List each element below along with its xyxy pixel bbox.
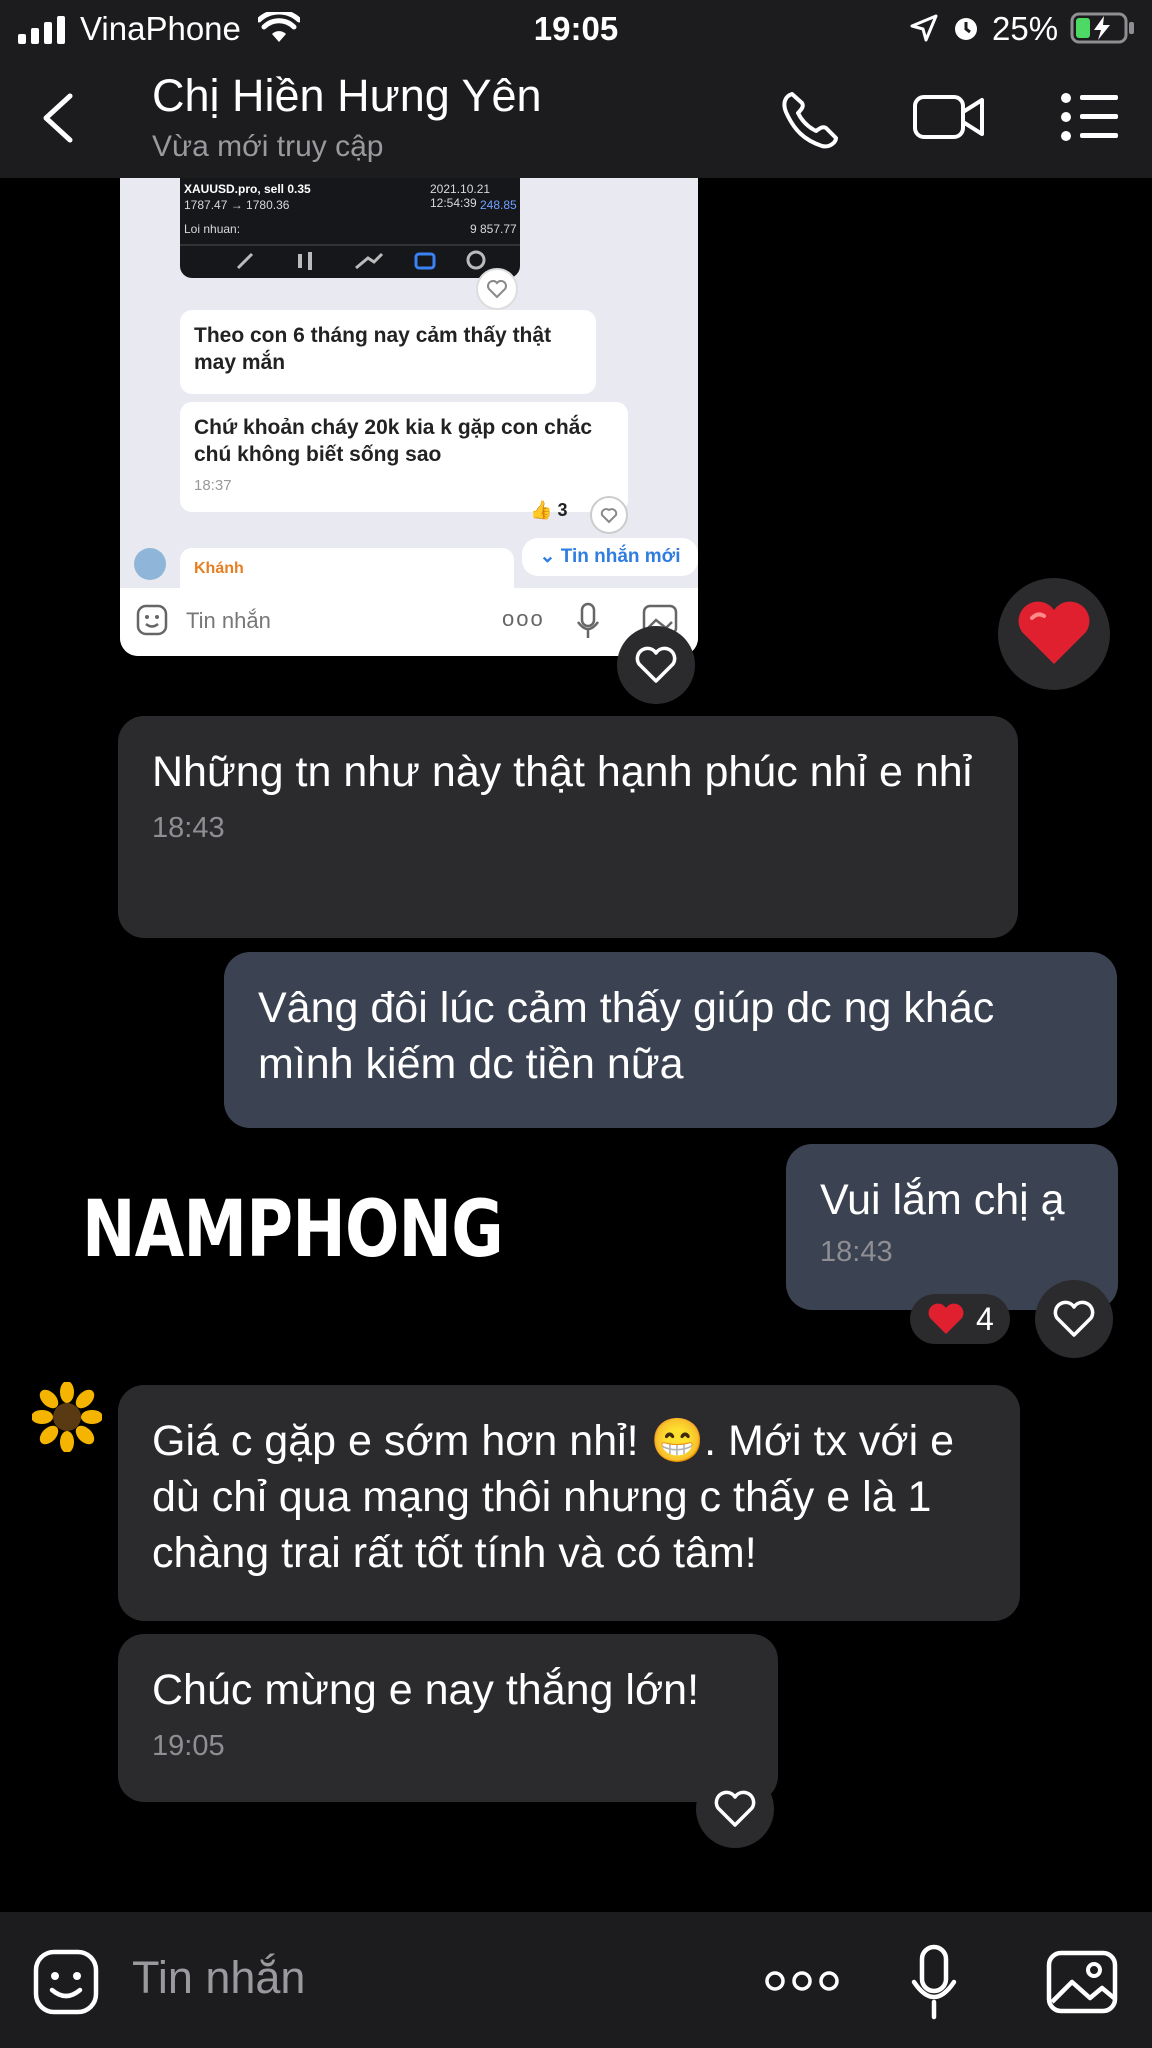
battery-percent: 25%: [992, 10, 1059, 47]
inner-like-reaction: 👍 3: [530, 500, 567, 521]
message-input[interactable]: Tin nhắn: [132, 1952, 305, 2004]
microphone-icon: [576, 602, 600, 638]
video-call-icon[interactable]: [912, 90, 986, 144]
heart-outline-icon: [600, 508, 618, 524]
trade-amount: 248.85: [480, 198, 517, 212]
watermark-text: NAMPHONG: [82, 1185, 504, 1275]
message-time: 18:43: [820, 1236, 893, 1268]
message-bubble-incoming[interactable]: Giá c gặp e sớm hơn nhỉ! 😁. Mới tx với e…: [118, 1385, 1020, 1621]
message-text: Chúc mừng e nay thắng lớn!: [152, 1666, 700, 1714]
heart-outline-icon: [1053, 1300, 1095, 1337]
back-icon[interactable]: [40, 92, 76, 144]
microphone-icon[interactable]: [910, 1944, 958, 2020]
sticker-icon[interactable]: [32, 1948, 100, 2016]
inner-message-1: Theo con 6 tháng nay cảm thấy thật may m…: [180, 310, 596, 394]
message-heart-button[interactable]: [696, 1770, 774, 1848]
divider: [180, 244, 520, 246]
trade-ticker: XAUUSD.pro, sell 0.35: [184, 182, 311, 196]
inner-heart-button-2: [590, 496, 628, 534]
trade-price: 1787.47 → 1780.36: [184, 198, 290, 212]
inner-heart-button: [476, 268, 518, 310]
more-icon: ooo: [502, 606, 545, 631]
inner-input-placeholder: Tin nhắn: [186, 608, 271, 633]
inner-message-2: Chứ khoản cháy 20k kia k gặp con chắc ch…: [180, 402, 628, 512]
heart-outline-icon: [714, 1790, 756, 1827]
battery-icon: [1070, 12, 1134, 44]
phone-call-icon[interactable]: [780, 90, 840, 150]
reaction-count: 4: [976, 1300, 994, 1337]
inner-message-2-time: 18:37: [194, 477, 232, 494]
sender-avatar: [134, 548, 166, 580]
sunflower-avatar[interactable]: [32, 1382, 102, 1452]
inner-message-3: Khánh: [180, 548, 514, 588]
last-seen-status: Vừa mới truy cập: [152, 130, 384, 163]
thumbs-up-icon: 👍: [530, 500, 553, 520]
red-heart-reaction[interactable]: [998, 578, 1110, 690]
inner-sender-name: Khánh: [194, 560, 244, 577]
message-time: 19:05: [152, 1730, 225, 1762]
chevrons-down-icon: ⌄: [539, 546, 556, 567]
red-heart-icon: [1018, 601, 1090, 664]
red-heart-icon: [928, 1303, 964, 1334]
more-options-icon[interactable]: [764, 1966, 840, 1996]
image-heart-button[interactable]: [617, 626, 695, 704]
app-nav-icons: [236, 250, 486, 270]
message-text: Giá c gặp e sớm hơn nhỉ! 😁. Mới tx với e…: [152, 1417, 955, 1577]
message-time: 18:43: [152, 812, 225, 844]
message-bubble-incoming[interactable]: Những tn như này thật hạnh phúc nhỉ e nh…: [118, 716, 1018, 938]
alarm-icon: [955, 18, 977, 40]
reaction-summary[interactable]: 4: [910, 1294, 1010, 1344]
profit-label: Loi nhuan:: [184, 222, 241, 236]
trade-panel: XAUUSD.pro, sell 0.35 1787.47 → 1780.36 …: [180, 178, 520, 278]
inner-message-2-text: Chứ khoản cháy 20k kia k gặp con chắc ch…: [194, 416, 593, 466]
message-text: Vâng đôi lúc cảm thấy giúp dc ng khác mì…: [258, 984, 995, 1088]
new-messages-label: Tin nhắn mới: [560, 546, 681, 567]
message-bubble-incoming[interactable]: Chúc mừng e nay thắng lớn! 19:05: [118, 1634, 778, 1802]
shared-screenshot-image[interactable]: XAUUSD.pro, sell 0.35 1787.47 → 1780.36 …: [120, 178, 698, 656]
contact-name[interactable]: Chị Hiền Hưng Yên: [152, 70, 542, 122]
inner-like-count: 3: [557, 500, 568, 520]
menu-list-icon[interactable]: [1060, 92, 1120, 142]
image-gallery-icon[interactable]: [1046, 1950, 1118, 2014]
message-heart-button[interactable]: [1035, 1280, 1113, 1358]
message-text: Những tn như này thật hạnh phúc nhỉ e nh…: [152, 748, 973, 796]
sticker-icon: [136, 604, 168, 636]
status-bar: VinaPhone 19:05 25%: [0, 0, 1152, 58]
new-messages-pill: ⌄ Tin nhắn mới: [522, 538, 698, 576]
profit-value: 9 857.77: [470, 222, 517, 236]
heart-outline-icon: [635, 646, 677, 683]
message-bubble-outgoing[interactable]: Vâng đôi lúc cảm thấy giúp dc ng khác mì…: [224, 952, 1117, 1128]
location-icon: [910, 14, 938, 42]
heart-outline-icon: [487, 280, 507, 299]
message-text: Vui lắm chị ạ: [820, 1176, 1065, 1224]
inner-input-bar: Tin nhắn ooo: [120, 588, 698, 656]
